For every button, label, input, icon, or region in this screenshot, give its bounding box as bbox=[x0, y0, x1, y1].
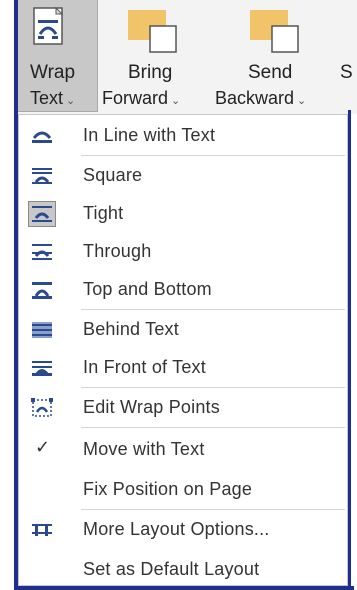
menu-item-top-and-bottom[interactable]: Top and Bottom bbox=[19, 271, 347, 309]
wrap-text-label-line1: Wrap bbox=[30, 62, 76, 83]
through-wrap-icon bbox=[32, 244, 52, 260]
menu-item-label: Square bbox=[83, 165, 143, 185]
tight-wrap-icon bbox=[28, 201, 56, 227]
menu-item-label: Set as Default Layout bbox=[83, 559, 260, 579]
menu-separator bbox=[81, 155, 345, 156]
menu-item-more-layout-options[interactable]: More Layout Options... bbox=[19, 511, 347, 549]
menu-item-move-with-text[interactable]: ✓ Move with Text bbox=[19, 431, 347, 469]
inline-text-icon bbox=[32, 131, 52, 143]
menu-item-label: Behind Text bbox=[83, 319, 179, 339]
menu-item-fix-position-on-page[interactable]: Fix Position on Page bbox=[19, 471, 347, 509]
frame-bottom-border bbox=[14, 586, 354, 590]
layout-options-icon bbox=[32, 524, 52, 536]
top-bottom-wrap-icon bbox=[32, 282, 52, 299]
chevron-down-icon: ⌄ bbox=[66, 95, 76, 107]
menu-item-label: In Line with Text bbox=[83, 125, 216, 145]
menu-item-behind-text[interactable]: Behind Text bbox=[19, 311, 347, 349]
bring-forward-button[interactable]: Forward ⌄ bbox=[102, 88, 180, 109]
menu-item-square[interactable]: Square bbox=[19, 157, 347, 195]
menu-separator bbox=[81, 309, 345, 310]
send-backward-label-line1: Send bbox=[248, 62, 293, 83]
chevron-down-icon: ⌄ bbox=[171, 95, 181, 107]
menu-item-label: Top and Bottom bbox=[83, 279, 212, 299]
in-front-text-icon bbox=[32, 361, 52, 376]
wrap-text-menu: In Line with Text Square Tight Through T… bbox=[18, 114, 348, 586]
menu-item-label: Tight bbox=[83, 203, 124, 223]
wrap-text-icon bbox=[33, 6, 64, 45]
menu-separator bbox=[81, 427, 345, 428]
edit-wrap-points-icon bbox=[31, 398, 53, 417]
chevron-down-icon: ⌄ bbox=[297, 95, 307, 107]
bring-forward-icon bbox=[128, 10, 177, 53]
behind-text-icon bbox=[32, 322, 52, 338]
bring-forward-label-line1: Bring bbox=[128, 62, 173, 83]
square-wrap-icon bbox=[32, 168, 52, 184]
wrap-text-button[interactable]: Wrap Text ⌄ bbox=[18, 0, 98, 112]
menu-item-set-as-default-layout[interactable]: Set as Default Layout bbox=[19, 551, 347, 589]
menu-item-label: Fix Position on Page bbox=[83, 479, 253, 499]
ribbon: Wrap Text ⌄ Bring Forward ⌄ Send Backward ⌄… bbox=[18, 0, 357, 114]
selection-pane-label[interactable]: S bbox=[340, 62, 353, 84]
menu-item-in-line-with-text[interactable]: In Line with Text bbox=[19, 117, 347, 155]
checkmark-icon: ✓ bbox=[35, 437, 51, 457]
menu-item-label: Through bbox=[83, 241, 152, 261]
menu-separator bbox=[81, 387, 345, 388]
menu-item-tight[interactable]: Tight bbox=[19, 195, 347, 233]
frame-left bbox=[0, 0, 14, 590]
wrap-text-label-line2: Text ⌄ bbox=[30, 88, 76, 108]
menu-separator bbox=[81, 509, 345, 510]
menu-item-edit-wrap-points[interactable]: Edit Wrap Points bbox=[19, 389, 347, 427]
menu-item-label: Edit Wrap Points bbox=[83, 397, 220, 417]
menu-item-label: More Layout Options... bbox=[83, 519, 270, 539]
menu-item-through[interactable]: Through bbox=[19, 233, 347, 271]
send-backward-icon bbox=[250, 10, 299, 53]
menu-item-label: In Front of Text bbox=[83, 357, 206, 377]
menu-item-label: Move with Text bbox=[83, 439, 205, 459]
menu-item-in-front-of-text[interactable]: In Front of Text bbox=[19, 349, 347, 387]
send-backward-button[interactable]: Backward ⌄ bbox=[215, 88, 306, 109]
frame-right-border bbox=[348, 110, 351, 590]
